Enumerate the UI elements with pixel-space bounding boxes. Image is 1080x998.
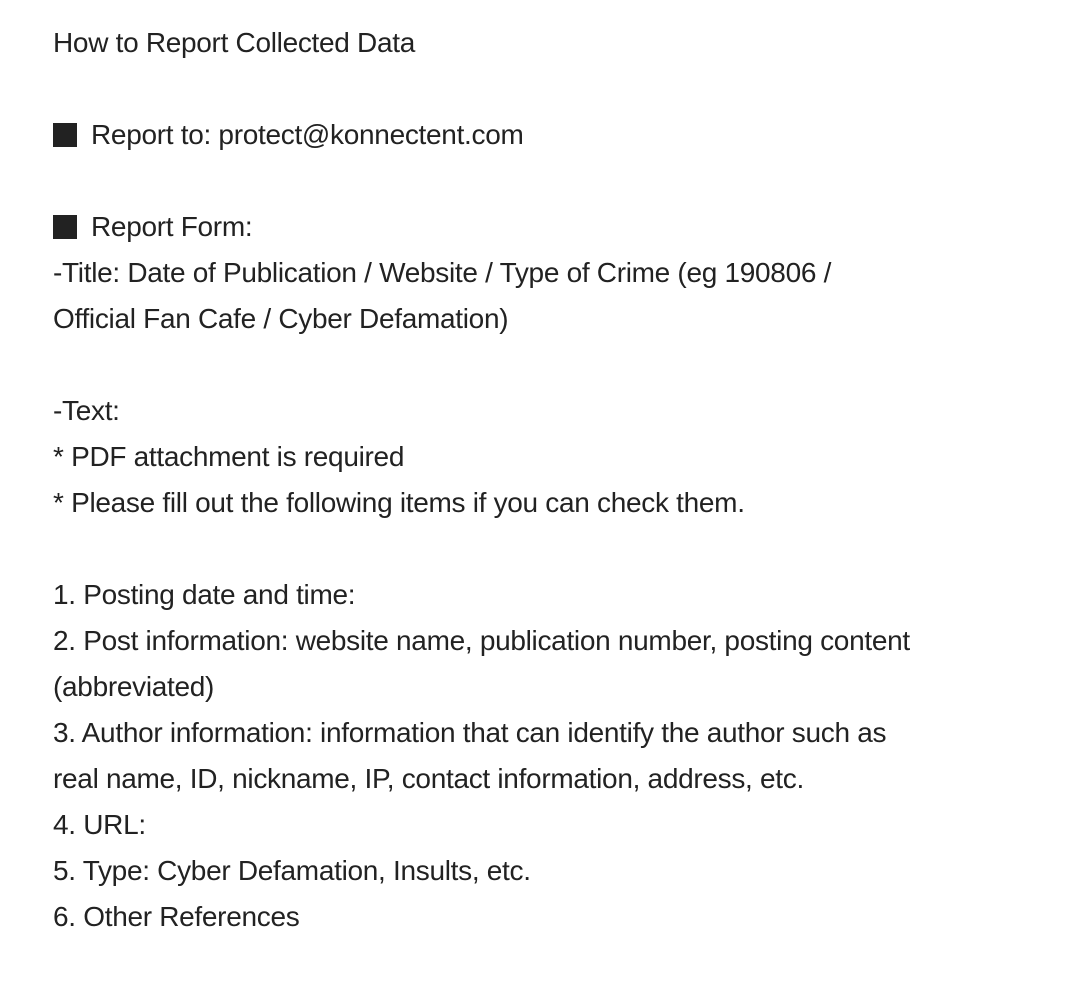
report-to-text: Report to: protect@konnectent.com — [91, 119, 524, 150]
black-square-icon — [53, 215, 77, 239]
list-item-line: 3. Author information: information that … — [53, 717, 887, 748]
numbered-list: 1. Posting date and time: 2. Post inform… — [53, 572, 1053, 940]
report-instructions-document: How to Report Collected Data Report to: … — [53, 20, 1053, 940]
list-item: 2. Post information: website name, publi… — [53, 618, 1053, 710]
report-form-line: Report Form: — [53, 204, 1053, 250]
report-to-line: Report to: protect@konnectent.com — [53, 112, 1053, 158]
list-item-line: 4. URL: — [53, 809, 146, 840]
list-item: 5. Type: Cyber Defamation, Insults, etc. — [53, 848, 1053, 894]
title-format-line-1: -Title: Date of Publication / Website / … — [53, 257, 832, 288]
list-item: 6. Other References — [53, 894, 1053, 940]
list-item: 1. Posting date and time: — [53, 572, 1053, 618]
document-heading: How to Report Collected Data — [53, 27, 415, 58]
text-section-label: -Text: — [53, 395, 120, 426]
text-note: * PDF attachment is required — [53, 441, 405, 472]
text-note: * Please fill out the following items if… — [53, 487, 745, 518]
list-item-line: 5. Type: Cyber Defamation, Insults, etc. — [53, 855, 531, 886]
report-form-label: Report Form: — [91, 211, 253, 242]
black-square-icon — [53, 123, 77, 147]
list-item: 4. URL: — [53, 802, 1053, 848]
list-item-line: real name, ID, nickname, IP, contact inf… — [53, 763, 804, 794]
list-item-line: 1. Posting date and time: — [53, 579, 356, 610]
list-item: 3. Author information: information that … — [53, 710, 1053, 802]
list-item-line: 2. Post information: website name, publi… — [53, 625, 910, 656]
list-item-line: 6. Other References — [53, 901, 300, 932]
title-format-line-2: Official Fan Cafe / Cyber Defamation) — [53, 303, 509, 334]
list-item-line: (abbreviated) — [53, 671, 215, 702]
